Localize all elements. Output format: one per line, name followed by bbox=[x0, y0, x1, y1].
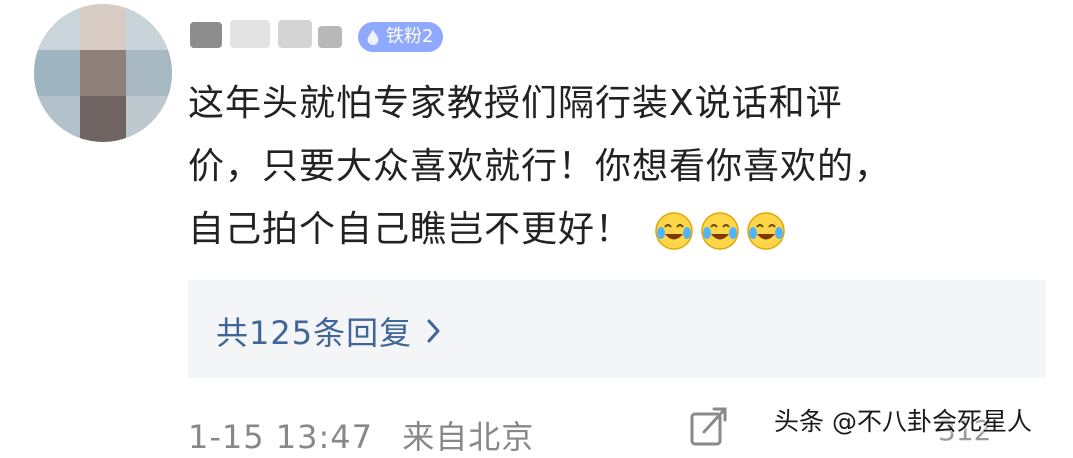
chevron-right-icon bbox=[427, 319, 440, 343]
share-icon[interactable] bbox=[688, 404, 728, 448]
timestamp: 1-15 13:47 bbox=[188, 418, 374, 456]
location: 来自北京 bbox=[402, 418, 535, 456]
view-replies-link[interactable]: 共125条回复 bbox=[216, 308, 442, 354]
comment-line-text: 自己拍个自己瞧岂不更好！ bbox=[188, 209, 633, 250]
avatar[interactable] bbox=[34, 4, 172, 142]
badge-drop-icon bbox=[367, 29, 379, 46]
watermark: 头条 @不八卦会死星人 bbox=[774, 407, 1032, 436]
comment-line: 价，只要大众喜欢就行！你想看你喜欢的， bbox=[188, 146, 892, 187]
comment-line: 自己拍个自己瞧岂不更好！ bbox=[188, 198, 1018, 261]
username-blurred[interactable] bbox=[190, 14, 350, 52]
comment-text: 这年头就怕专家教授们隔行装X说话和评 价，只要大众喜欢就行！你想看你喜欢的， 自… bbox=[188, 72, 1018, 261]
laugh-cry-emoji bbox=[701, 212, 740, 250]
comment-line: 这年头就怕专家教授们隔行装X说话和评 bbox=[188, 83, 843, 124]
laugh-cry-emoji bbox=[747, 212, 786, 250]
replies-panel: 共125条回复 bbox=[188, 280, 1046, 378]
emoji-group bbox=[654, 211, 786, 251]
badge-label: 铁粉2 bbox=[386, 26, 434, 47]
comment-meta: 1-15 13:47 来自北京 bbox=[188, 412, 534, 458]
replies-label: 共125条回复 bbox=[216, 314, 413, 352]
fan-level-badge: 铁粉2 bbox=[358, 22, 444, 52]
laugh-cry-emoji bbox=[655, 212, 694, 250]
